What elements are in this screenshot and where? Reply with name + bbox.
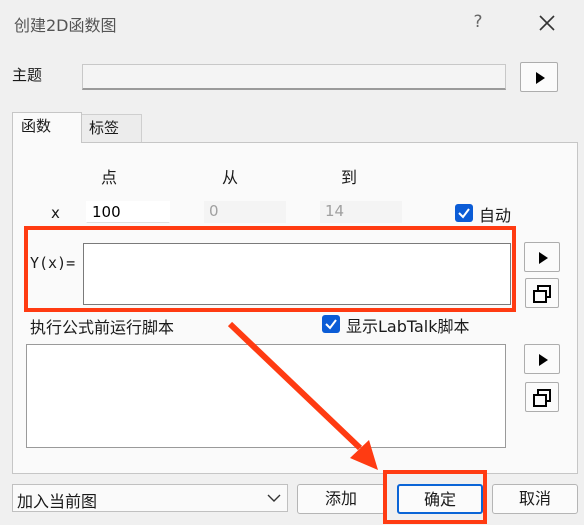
annotation-arrow-icon (227, 321, 378, 470)
tab-function[interactable]: 函数 (12, 112, 82, 143)
